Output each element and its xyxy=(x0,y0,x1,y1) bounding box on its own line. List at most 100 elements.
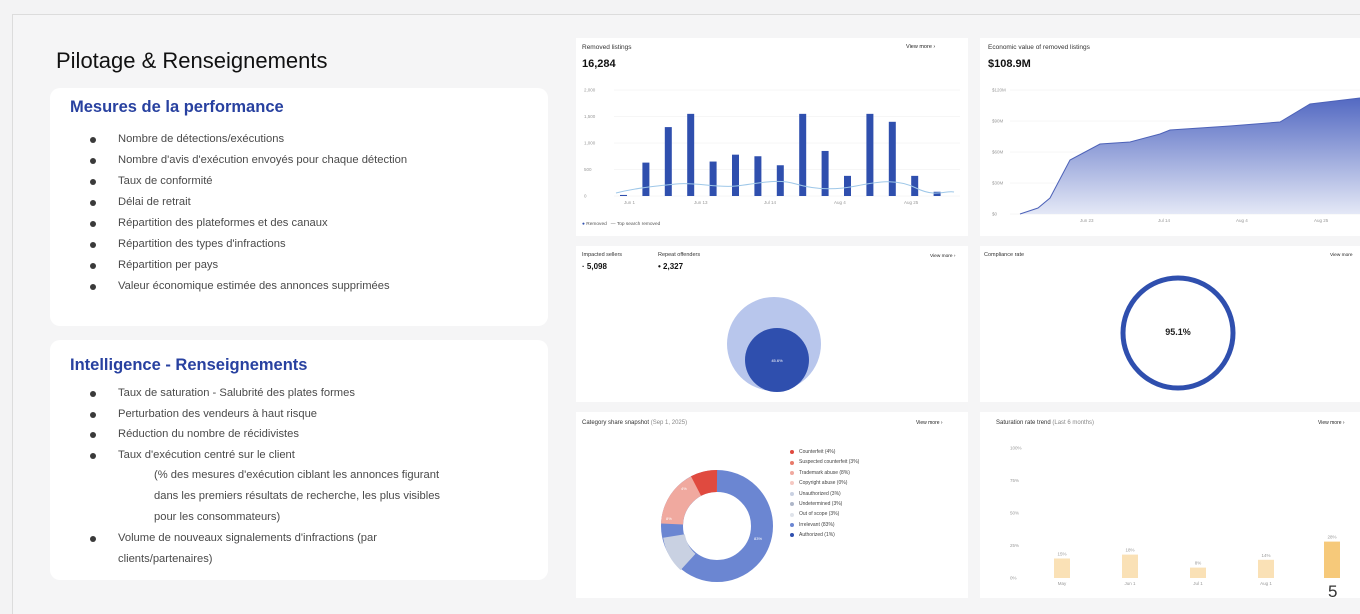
legend-item: Unauthorized (3%) xyxy=(790,489,859,499)
x-tick-label: Aug 25 xyxy=(904,200,919,205)
bar xyxy=(799,113,807,196)
bar xyxy=(732,154,739,196)
y-tick-label: 0 xyxy=(584,194,587,199)
page-title: Pilotage & Renseignements xyxy=(56,48,328,73)
list-item: Taux d'exécution centré sur le client xyxy=(70,445,548,466)
list-item-note: (% des mesures d'exécution ciblant les a… xyxy=(154,469,440,482)
legend-label: Copyright abuse (0%) xyxy=(799,480,848,487)
bar xyxy=(888,121,896,196)
y-tick-label: $120M xyxy=(992,88,1006,93)
list-item: Délai de retrait xyxy=(70,192,548,213)
legend-label: Counterfeit (4%) xyxy=(799,449,836,455)
list-item: Réduction du nombre de récidivistes xyxy=(70,424,548,445)
legend-item: Undetermined (3%) xyxy=(790,499,859,509)
category-share-panel: Category share snapshot (Sep 1, 2025) Vi… xyxy=(576,412,968,598)
x-tick-label: Aug 4 xyxy=(1236,218,1248,223)
legend-label: Out of scope (3%) xyxy=(799,511,840,518)
impacted-sellers-panel: Impacted sellers · 5,098 Repeat offender… xyxy=(576,246,968,402)
x-tick-label: Aug 1 xyxy=(1260,581,1272,586)
legend-swatch xyxy=(790,523,794,528)
list-item: Volume de nouveaux signalements d'infrac… xyxy=(70,528,548,549)
y-tick-label: 1,500 xyxy=(584,114,596,119)
category-legend: Counterfeit (4%) Suspected counterfeit (3… xyxy=(790,447,859,541)
legend-swatch xyxy=(790,460,794,465)
slice-label: 4% xyxy=(681,486,687,491)
bar-label: 18% xyxy=(1125,548,1134,553)
list-item: Perturbation des vendeurs à haut risque xyxy=(70,404,548,425)
economic-value-panel: Economic value of removed listings $108.… xyxy=(980,38,1360,236)
legend-label: Authorized (1%) xyxy=(799,532,835,539)
x-tick-label: Jul 14 xyxy=(764,200,777,205)
bar xyxy=(1122,554,1138,578)
y-tick-label: 500 xyxy=(584,167,592,172)
intelligence-list: Taux de saturation - Salubrité des plate… xyxy=(70,383,548,570)
y-tick-label: 25% xyxy=(1010,543,1019,548)
bar-label: 28% xyxy=(1327,535,1336,540)
bar-label: 14% xyxy=(1261,553,1270,558)
list-item: Nombre de détections/exécutions xyxy=(70,129,548,150)
bar xyxy=(620,194,627,196)
bar-label: 8% xyxy=(1195,561,1202,566)
legend-swatch xyxy=(790,502,794,507)
removed-listings-chart: 2,000 1,500 1,000 500 0 Jun 1 Jun 13 Jul 14 Aug… xyxy=(584,88,960,205)
legend-item: Counterfeit (4%) xyxy=(790,447,859,457)
chart-legend: ● Removed — Top search removed xyxy=(582,222,661,227)
compliance-value: 95.1% xyxy=(1165,327,1191,337)
legend-swatch xyxy=(790,533,794,538)
x-tick-label: Jul 14 xyxy=(1158,218,1171,223)
saturation-panel: Saturation rate trend (Last 6 months) Vi… xyxy=(980,412,1360,598)
legend-label: Removed xyxy=(586,222,607,227)
bar xyxy=(664,127,672,196)
legend-item: Authorized (1%) xyxy=(790,530,859,540)
venn-chart: 45.6% xyxy=(727,297,821,392)
legend-item: Suspected counterfeit (3%) xyxy=(790,457,859,467)
compliance-panel: Compliance rate View more 95.1% xyxy=(980,246,1360,402)
y-tick-label: 2,000 xyxy=(584,88,596,93)
list-item-continuation: clients/partenaires) xyxy=(118,552,213,565)
page-number: 5 xyxy=(1328,582,1338,601)
y-tick-label: 0% xyxy=(1010,576,1017,581)
x-tick-label: Jun 1 xyxy=(624,200,636,205)
legend-label: Trademark abuse (8%) xyxy=(799,469,850,476)
list-item: Répartition per pays xyxy=(70,255,548,276)
list-item: Valeur économique estimée des annonces s… xyxy=(70,276,548,297)
legend-item: Irrelevant (83%) xyxy=(790,520,859,530)
legend-swatch xyxy=(790,512,794,517)
saturation-chart: 100% 75% 50% 25% 0% 15% 18% 8% 14% 28% May Jun 1 J… xyxy=(1010,446,1340,586)
y-tick-label: 75% xyxy=(1010,478,1019,483)
legend-label: Suspected counterfeit (3%) xyxy=(799,459,860,466)
bar xyxy=(1258,559,1274,578)
performance-list: Nombre de détections/exécutions Nombre d… xyxy=(70,129,548,297)
x-tick-label: Jun 13 xyxy=(694,200,708,205)
economic-value-chart: $120M $90M $60M $30M $0 Jun 23 Jul 14 Aug 4 Aug… xyxy=(992,88,1360,223)
x-tick-label: Jun 1 xyxy=(1124,581,1136,586)
legend-label: Top search removed xyxy=(616,222,661,227)
y-tick-label: $60M xyxy=(992,150,1004,155)
y-tick-label: $0 xyxy=(992,212,998,217)
legend-swatch xyxy=(790,450,794,455)
legend-item: Out of scope (3%) xyxy=(790,509,859,519)
legend-label: Undetermined (3%) xyxy=(799,501,843,508)
list-item: Taux de conformité xyxy=(70,171,548,192)
bar xyxy=(1324,541,1340,578)
intelligence-card: Intelligence - Renseignements Taux de sa… xyxy=(50,340,548,580)
bar xyxy=(642,162,650,196)
y-tick-label: 100% xyxy=(1010,446,1022,451)
slice-label: 8% xyxy=(666,516,672,521)
y-tick-label: $30M xyxy=(992,181,1004,186)
slice-label: 83% xyxy=(754,536,762,541)
list-item: Nombre d'avis d'exécution envoyés pour c… xyxy=(70,150,548,171)
bar-label: 15% xyxy=(1057,552,1066,557)
list-item: Répartition des types d'infractions xyxy=(70,234,548,255)
performance-heading: Mesures de la performance xyxy=(70,98,284,116)
legend-label: Unauthorized (3%) xyxy=(799,490,841,497)
bar xyxy=(776,165,784,196)
donut-counterfeit xyxy=(690,470,718,497)
y-tick-label: 1,000 xyxy=(584,141,596,146)
area-fill xyxy=(1020,98,1360,214)
list-item: Taux de saturation - Salubrité des plate… xyxy=(70,383,548,404)
legend-item: Trademark abuse (8%) xyxy=(790,468,859,478)
intelligence-heading: Intelligence - Renseignements xyxy=(70,356,308,374)
x-tick-label: May xyxy=(1058,581,1067,586)
donut-chart: 4% 8% 83% xyxy=(661,469,773,582)
